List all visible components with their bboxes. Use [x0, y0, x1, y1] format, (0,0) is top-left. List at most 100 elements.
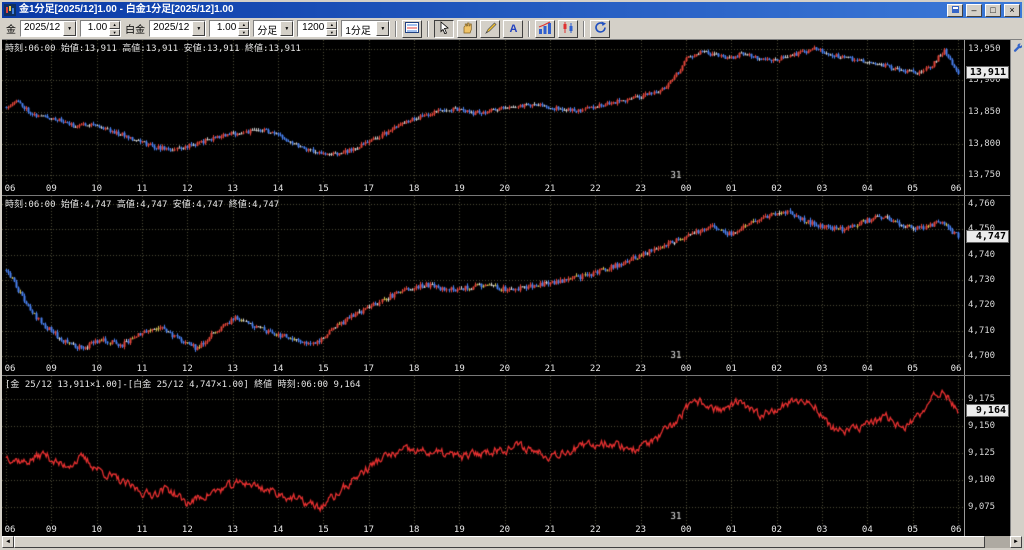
text-tool-icon: A	[507, 21, 520, 37]
bar-type-select[interactable]: 分足 ▼	[253, 20, 294, 37]
x-axis-label: 03	[817, 184, 828, 194]
x-axis-label: 13	[227, 184, 238, 194]
timeframe-select[interactable]: 1分足 ▼	[341, 20, 390, 37]
chart-tools-button[interactable]	[1011, 41, 1022, 53]
chart-settings-button[interactable]	[402, 20, 422, 38]
x-axis-label: 18	[409, 184, 420, 194]
chart-settings-icon	[405, 21, 419, 37]
toolbar-separator	[583, 21, 585, 37]
refresh-button[interactable]	[590, 20, 610, 38]
x-axis-label: 03	[817, 525, 828, 535]
platinum-contract-select[interactable]: 2025/12 ▼	[149, 20, 206, 37]
window-menu-button[interactable]	[947, 4, 963, 17]
toolbar: 金 2025/12 ▼ 1.00 ▲ ▼ 白金 2025/12 ▼ 1.00 ▲…	[2, 18, 1022, 40]
platinum-multiplier-stepper[interactable]: 1.00 ▲ ▼	[209, 20, 250, 37]
x-axis-label: 21	[545, 184, 556, 194]
chevron-down-icon[interactable]: ▼	[63, 21, 76, 36]
bar-count-stepper[interactable]: 1200 ▲ ▼	[297, 20, 338, 37]
y-axis-label: 4,720	[968, 300, 995, 310]
x-axis-label: 09	[46, 184, 57, 194]
gold-contract-select[interactable]: 2025/12 ▼	[20, 20, 77, 37]
x-axis-label: 17	[363, 184, 374, 194]
platinum-multiplier-value: 1.00	[210, 21, 238, 36]
app-icon	[4, 4, 16, 16]
spin-down-icon[interactable]: ▼	[109, 29, 120, 37]
x-axis-label: 04	[862, 525, 873, 535]
scroll-right-icon: ►	[1013, 539, 1019, 545]
platinum-candlestick-canvas[interactable]	[2, 196, 964, 364]
maximize-button[interactable]: □	[985, 4, 1001, 17]
x-axis-label: 09	[46, 525, 57, 535]
x-axis-label: 02	[771, 525, 782, 535]
y-axis-label: 4,730	[968, 275, 995, 285]
spin-down-icon[interactable]: ▼	[238, 29, 249, 37]
minimize-button[interactable]: –	[966, 4, 982, 17]
spread-line-canvas[interactable]	[2, 376, 964, 525]
platinum-chart-plot[interactable]: 時刻:06:00 始値:4,747 高値:4,747 安値:4,747 終値:4…	[2, 196, 964, 364]
text-tool-button[interactable]: A	[503, 20, 523, 38]
spin-up-icon[interactable]: ▲	[109, 21, 120, 29]
x-axis-label: 12	[182, 525, 193, 535]
close-button[interactable]: ×	[1004, 4, 1020, 17]
y-axis-label: 13,850	[968, 107, 1001, 117]
gold-chart-plot[interactable]: 時刻:06:00 始値:13,911 高値:13,911 安値:13,911 終…	[2, 40, 964, 184]
spread-chart-plot[interactable]: [金 25/12 13,911×1.00]-[白金 25/12 4,747×1.…	[2, 376, 964, 525]
candle-chart-view-button[interactable]	[558, 20, 578, 38]
x-axis-label: 01	[726, 525, 737, 535]
hand-tool-button[interactable]	[457, 20, 477, 38]
x-axis-label: 21	[545, 364, 556, 374]
chart-panel-spread: [金 25/12 13,911×1.00]-[白金 25/12 4,747×1.…	[2, 376, 1010, 536]
chevron-down-icon[interactable]: ▼	[280, 21, 293, 36]
gold-candlestick-canvas[interactable]	[2, 40, 964, 184]
x-axis-label: 04	[862, 364, 873, 374]
x-axis-label: 18	[409, 525, 420, 535]
chart-window: 金1分足[2025/12]1.00 - 白金1分足[2025/12]1.00 –…	[0, 0, 1024, 550]
y-axis-label: 9,100	[968, 475, 995, 485]
x-axis-label: 14	[273, 364, 284, 374]
x-axis-label: 23	[635, 364, 646, 374]
toolbar-separator	[395, 21, 397, 37]
bar-chart-view-button[interactable]	[535, 20, 555, 38]
x-axis-label: 22	[590, 525, 601, 535]
y-axis-label: 13,950	[968, 44, 1001, 54]
chart-panel-gold: 時刻:06:00 始値:13,911 高値:13,911 安値:13,911 終…	[2, 40, 1010, 196]
spread-formula-readout: [金 25/12 13,911×1.00]-[白金 25/12 4,747×1.…	[5, 377, 361, 390]
chevron-down-icon[interactable]: ▼	[192, 21, 205, 36]
close-icon: ×	[1009, 6, 1014, 14]
scrollbar-thumb[interactable]	[14, 536, 985, 548]
scrollbar-track[interactable]	[14, 536, 1010, 548]
x-axis-label: 05	[907, 525, 918, 535]
cursor-icon	[438, 21, 450, 37]
x-axis-label: 23	[635, 184, 646, 194]
x-axis-label: 00	[681, 184, 692, 194]
x-axis-label: 22	[590, 364, 601, 374]
spin-up-icon[interactable]: ▲	[326, 21, 337, 29]
draw-line-tool-button[interactable]	[480, 20, 500, 38]
x-axis-label: 00	[681, 364, 692, 374]
chart-panels: 時刻:06:00 始値:13,911 高値:13,911 安値:13,911 終…	[2, 40, 1010, 536]
x-axis-label: 01	[726, 364, 737, 374]
chart-area: 時刻:06:00 始値:13,911 高値:13,911 安値:13,911 終…	[2, 40, 1022, 536]
platinum-ohlc-readout: 時刻:06:00 始値:4,747 高値:4,747 安値:4,747 終値:4…	[5, 197, 279, 210]
x-axis-label: 22	[590, 184, 601, 194]
refresh-icon	[594, 21, 607, 37]
scroll-left-button[interactable]: ◄	[2, 536, 14, 548]
window-title: 金1分足[2025/12]1.00 - 白金1分足[2025/12]1.00	[19, 2, 944, 18]
spin-down-icon[interactable]: ▼	[326, 29, 337, 37]
x-axis-label: 15	[318, 364, 329, 374]
x-axis-label: 11	[137, 525, 148, 535]
cursor-tool-button[interactable]	[434, 20, 454, 38]
bar-chart-icon	[538, 21, 552, 37]
gold-multiplier-stepper[interactable]: 1.00 ▲ ▼	[80, 20, 121, 37]
x-axis-label: 02	[771, 184, 782, 194]
chart-panel-platinum: 時刻:06:00 始値:4,747 高値:4,747 安値:4,747 終値:4…	[2, 196, 1010, 376]
titlebar[interactable]: 金1分足[2025/12]1.00 - 白金1分足[2025/12]1.00 –…	[2, 2, 1022, 18]
spin-up-icon[interactable]: ▲	[238, 21, 249, 29]
x-axis-label: 04	[862, 184, 873, 194]
x-axis-label: 14	[273, 184, 284, 194]
gold-label: 金	[6, 21, 16, 36]
x-axis-label: 05	[907, 184, 918, 194]
chevron-down-icon[interactable]: ▼	[376, 21, 389, 36]
spread-last-price-badge: 9,164	[966, 404, 1009, 417]
scroll-right-button[interactable]: ►	[1010, 536, 1022, 548]
